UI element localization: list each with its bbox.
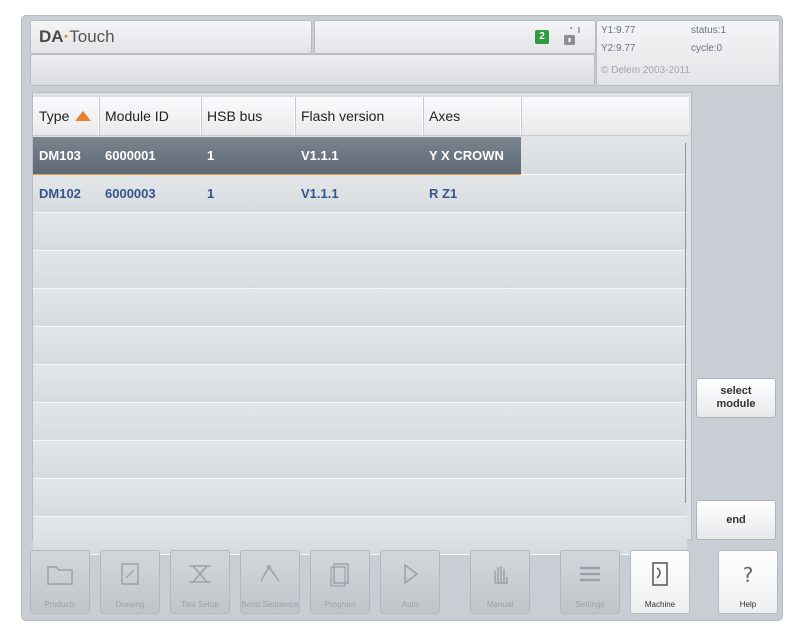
bend-sequence-button[interactable]: Bend Sequence xyxy=(240,550,300,614)
svg-text:?: ? xyxy=(743,563,754,587)
tool-setup-icon xyxy=(189,565,211,583)
empty-row xyxy=(33,441,687,479)
help-button[interactable]: ? Help xyxy=(718,550,778,614)
column-header-hsb-bus[interactable]: HSB bus xyxy=(201,97,295,135)
empty-row xyxy=(33,213,687,251)
auto-button[interactable]: Auto xyxy=(380,550,440,614)
end-button[interactable]: end xyxy=(696,500,776,540)
module-table: Type Module ID HSB bus Flash version Axe… xyxy=(32,92,692,555)
tool-setup-button[interactable]: Tool Setup xyxy=(170,550,230,614)
cell-flash-version: V1.1.1 xyxy=(301,148,339,163)
empty-row xyxy=(33,365,687,403)
status-area: 2 xyxy=(314,20,596,54)
cell-axes: Y X CROWN xyxy=(429,148,504,163)
folder-icon xyxy=(47,566,73,585)
scrollbar[interactable] xyxy=(685,143,686,503)
y2-position: Y2:9.77 xyxy=(601,43,636,54)
machine-info-panel: Y1:9.77 status:1 Y2:9.77 cycle:0 © Delem… xyxy=(596,20,780,86)
sort-ascending-icon xyxy=(75,110,92,121)
column-header-axes[interactable]: Axes xyxy=(423,97,521,135)
manual-button[interactable]: Manual xyxy=(470,550,530,614)
empty-row xyxy=(33,289,687,327)
drawing-button[interactable]: Drawing xyxy=(100,550,160,614)
cell-axes: R Z1 xyxy=(429,186,458,201)
program-button[interactable]: Program xyxy=(310,550,370,614)
drawing-icon xyxy=(121,563,139,585)
bend-sequence-icon xyxy=(260,565,280,582)
column-header-type[interactable]: Type xyxy=(33,97,99,135)
table-header: Type Module ID HSB bus Flash version Axe… xyxy=(33,97,689,136)
cell-module-id: 6000003 xyxy=(105,186,156,201)
machine-icon xyxy=(652,562,668,586)
app-logo: DA·Touch xyxy=(39,27,115,46)
help-icon: ? xyxy=(743,563,754,587)
settings-icon xyxy=(580,566,600,582)
table-row[interactable]: DM103 6000001 1 V1.1.1 Y X CROWN xyxy=(33,137,687,176)
play-icon xyxy=(404,563,419,585)
cell-type: DM103 xyxy=(39,148,81,163)
empty-row xyxy=(33,251,687,289)
main-window: DA·Touch 2 Y1:9.77 status:1 Y2:9.77 cycl… xyxy=(22,16,782,620)
settings-button[interactable]: Settings xyxy=(560,550,620,614)
cycle-value: cycle:0 xyxy=(691,43,723,54)
table-body: DM103 6000001 1 V1.1.1 Y X CROWN DM102 6… xyxy=(33,137,687,555)
active-count-badge: 2 xyxy=(535,30,549,44)
select-module-button[interactable]: select module xyxy=(696,378,776,418)
empty-row xyxy=(33,479,687,517)
products-button[interactable]: Products xyxy=(30,550,90,614)
status-value: status:1 xyxy=(691,25,727,36)
program-icon xyxy=(330,563,349,587)
cell-hsb-bus: 1 xyxy=(207,186,215,201)
lock-open-icon[interactable] xyxy=(562,27,580,47)
hand-icon xyxy=(494,566,508,584)
machine-button[interactable]: Machine xyxy=(630,550,690,614)
cell-module-id: 6000001 xyxy=(105,148,156,163)
cell-type: DM102 xyxy=(39,186,81,201)
column-header-flash-version[interactable]: Flash version xyxy=(295,97,423,135)
title-bar: DA·Touch xyxy=(30,20,312,54)
cell-hsb-bus: 1 xyxy=(207,148,215,163)
message-bar xyxy=(30,54,595,86)
cell-flash-version: V1.1.1 xyxy=(301,186,339,201)
y1-position: Y1:9.77 xyxy=(601,25,636,36)
empty-row xyxy=(33,327,687,365)
copyright: © Delem 2003-2011 xyxy=(601,65,690,76)
table-row[interactable]: DM102 6000003 1 V1.1.1 R Z1 xyxy=(33,175,687,213)
empty-row xyxy=(33,403,687,441)
column-header-module-id[interactable]: Module ID xyxy=(99,97,201,135)
